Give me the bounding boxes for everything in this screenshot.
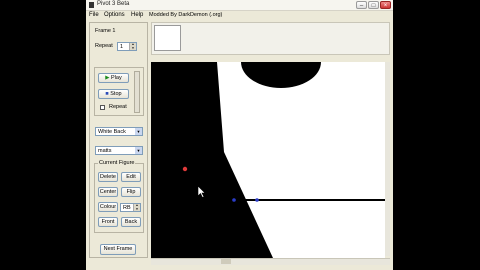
maximize-button[interactable]: □	[368, 1, 379, 9]
repeat-checkbox-label: Repeat	[109, 104, 127, 110]
current-figure-label: Current Figure	[98, 160, 136, 166]
canvas-horizontal-scrollbar[interactable]	[151, 258, 390, 265]
frame-strip	[151, 22, 390, 55]
next-frame-button[interactable]: Next Frame	[100, 244, 136, 255]
play-label: Play	[111, 75, 122, 81]
modded-by-label: Modded By DarkDemon (.org)	[149, 12, 223, 18]
center-button[interactable]: Center	[98, 187, 118, 197]
red-handle[interactable]	[182, 166, 188, 172]
playback-scrollbar[interactable]	[134, 71, 140, 113]
edit-button[interactable]: Edit	[121, 172, 141, 182]
menu-bar: File Options Help Modded By DarkDemon (.…	[86, 11, 393, 20]
canvas-drawing	[151, 62, 385, 258]
repeat-spinner[interactable]: 1 ▲ ▼	[117, 42, 137, 51]
minimize-button[interactable]: –	[356, 1, 367, 9]
frame-label: Frame 1	[95, 28, 116, 34]
spinner-arrows-icon[interactable]: ▲ ▼	[129, 42, 136, 50]
blue-handle[interactable]	[255, 198, 259, 202]
repeat-label: Repeat	[95, 43, 113, 49]
pivot-window: Pivot 3 Beta – □ × File Options Help Mod…	[86, 0, 393, 270]
animation-canvas[interactable]	[151, 62, 385, 258]
blue-handle[interactable]	[232, 198, 236, 202]
front-button[interactable]: Front	[98, 217, 118, 227]
control-panel: Frame 1 Repeat 1 ▲ ▼ ▶ Play ■ Stop Repeat…	[89, 22, 148, 258]
canvas-vertical-scrollbar[interactable]	[385, 62, 390, 256]
chevron-down-icon: ▼	[135, 128, 142, 135]
play-triangle-icon: ▶	[105, 75, 110, 81]
window-title: Pivot 3 Beta	[97, 1, 130, 7]
menu-help[interactable]: Help	[131, 12, 143, 18]
colour-button[interactable]: Colour	[98, 202, 118, 212]
background-select[interactable]: White Back ▼	[95, 127, 143, 136]
figure-select[interactable]: matts ▼	[95, 146, 143, 155]
stop-square-icon: ■	[105, 91, 109, 97]
colour-value: RB	[123, 205, 131, 211]
app-icon	[89, 2, 94, 8]
stop-label: Stop	[110, 91, 122, 97]
close-button[interactable]: ×	[380, 1, 391, 9]
spinner-arrows-icon[interactable]: ▲ ▼	[133, 203, 140, 211]
chevron-down-icon: ▼	[135, 147, 142, 154]
figure-black-shape	[151, 62, 273, 258]
colour-value-field[interactable]: RB ▲ ▼	[120, 203, 141, 212]
stop-button[interactable]: ■ Stop	[98, 89, 129, 99]
frame-thumbnail[interactable]	[154, 25, 181, 51]
play-button[interactable]: ▶ Play	[98, 73, 129, 83]
scroll-thumb[interactable]	[221, 259, 231, 264]
repeat-checkbox[interactable]	[100, 105, 105, 110]
menu-options[interactable]: Options	[104, 12, 125, 18]
delete-button[interactable]: Delete	[98, 172, 118, 182]
repeat-value: 1	[120, 44, 124, 50]
figure-select-value: matts	[98, 148, 112, 154]
back-button[interactable]: Back	[121, 217, 141, 227]
menu-file[interactable]: File	[89, 12, 99, 18]
flip-button[interactable]: Flip	[121, 187, 141, 197]
figure-head-shape	[241, 62, 321, 88]
background-select-value: White Back	[98, 129, 126, 135]
title-bar[interactable]: Pivot 3 Beta – □ ×	[86, 0, 393, 11]
